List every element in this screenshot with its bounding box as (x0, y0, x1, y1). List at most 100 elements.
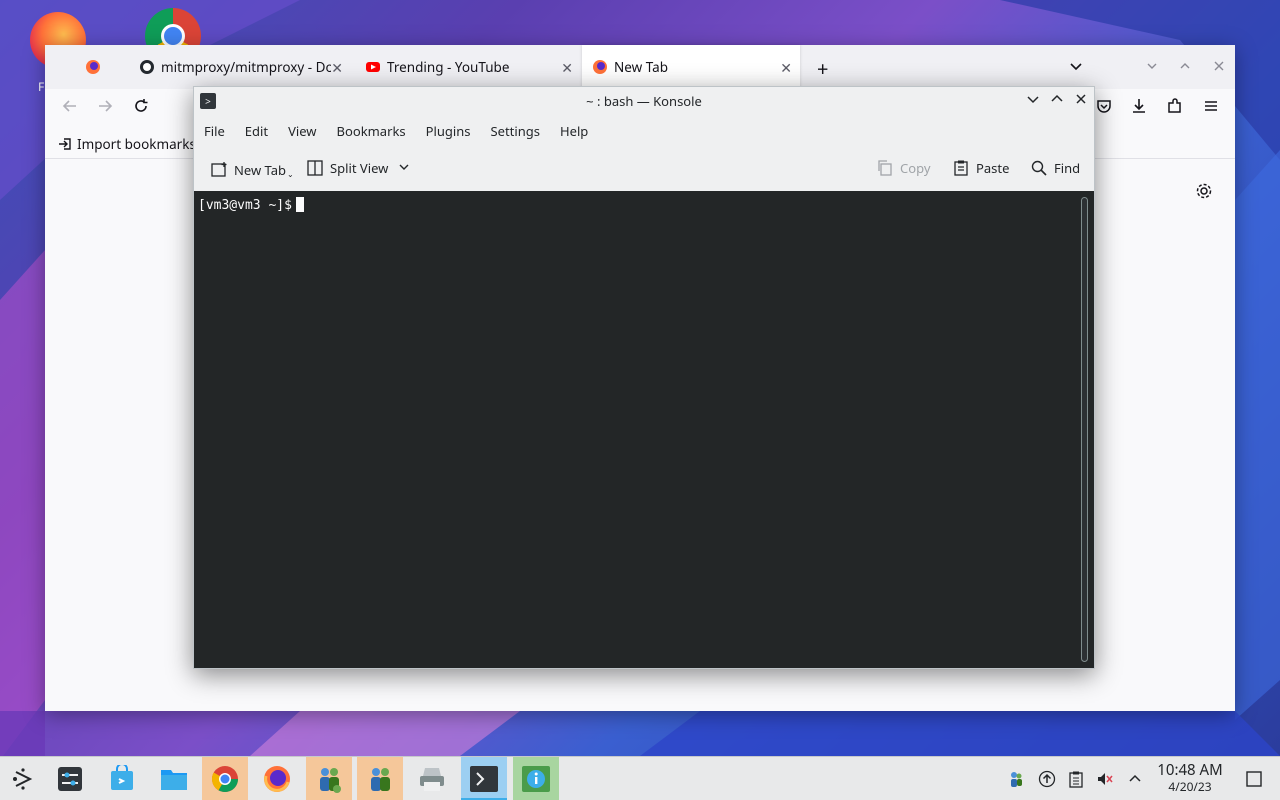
pocket-button[interactable] (1095, 97, 1113, 121)
taskbar-network-user-1[interactable] (306, 757, 352, 800)
copy-icon (876, 159, 894, 177)
reload-button[interactable] (132, 97, 150, 121)
app-launcher-button[interactable] (0, 757, 46, 800)
close-tab-icon[interactable]: ✕ (780, 59, 792, 78)
github-icon (140, 60, 154, 74)
chevron-up-icon (1051, 94, 1063, 102)
chrome-icon (211, 766, 239, 793)
menu-settings[interactable]: Settings (481, 122, 550, 140)
search-icon (1030, 159, 1048, 177)
tab-new-tab[interactable]: New Tab ✕ (582, 45, 800, 89)
terminal-area[interactable]: [vm3@vm3 ~]$ (194, 191, 1094, 668)
tab-label: New Tab (614, 58, 669, 76)
tab-list-button[interactable] (1067, 57, 1085, 75)
copy-label: Copy (900, 159, 931, 177)
chevron-down-icon (1147, 63, 1157, 69)
show-desktop-button[interactable] (1244, 769, 1264, 789)
tray-volume[interactable] (1095, 769, 1115, 789)
copy-button[interactable]: Copy (876, 159, 930, 177)
menu-file[interactable]: File (194, 122, 235, 140)
taskbar-chrome[interactable] (202, 757, 248, 800)
taskbar-konsole[interactable] (461, 757, 507, 800)
konsole-minimize-button[interactable] (1026, 92, 1040, 111)
tray-network-users[interactable] (1006, 769, 1026, 789)
tray-updates[interactable] (1037, 769, 1057, 789)
new-tab-button[interactable]: + (817, 55, 828, 82)
arrow-left-icon (62, 100, 76, 112)
extensions-button[interactable] (1166, 97, 1184, 121)
menu-plugins[interactable]: Plugins (416, 122, 481, 140)
taskbar-dolphin[interactable] (151, 757, 197, 800)
tab-mitmproxy[interactable]: mitmproxy/mitmproxy - Do ✕ (129, 45, 351, 89)
chevron-up-icon (1129, 774, 1141, 782)
menu-bookmarks[interactable]: Bookmarks (327, 122, 416, 140)
forward-button[interactable] (96, 97, 114, 121)
close-tab-icon[interactable]: ✕ (561, 59, 573, 78)
new-tab-button[interactable]: New Tab ⌄ (210, 159, 294, 180)
konsole-menubar: File Edit View Bookmarks Plugins Setting… (194, 117, 598, 145)
taskbar-printer[interactable] (409, 757, 455, 800)
taskbar-discover[interactable] (99, 757, 145, 800)
back-button[interactable] (61, 97, 79, 121)
volume-muted-icon (1098, 773, 1113, 785)
close-tab-icon[interactable]: ✕ (331, 59, 343, 78)
taskbar-info-center[interactable] (513, 757, 559, 800)
taskbar-network-user-2[interactable] (357, 757, 403, 800)
chevron-down-icon[interactable] (398, 159, 410, 177)
konsole-window: > ~ : bash — Konsole File Edit View Book… (193, 86, 1095, 669)
firefox-icon (593, 60, 607, 74)
tab-pinned-firefox[interactable] (75, 45, 127, 89)
konsole-titlebar[interactable]: > ~ : bash — Konsole (194, 87, 1094, 115)
paste-button[interactable]: Paste (952, 159, 1009, 177)
close-icon (1076, 94, 1086, 104)
paste-icon (952, 159, 970, 177)
close-icon (1214, 61, 1224, 71)
window-close-button[interactable] (1212, 59, 1226, 77)
tray-expand[interactable] (1125, 769, 1145, 789)
terminal-scrollbar[interactable] (1081, 197, 1088, 662)
paste-label: Paste (976, 159, 1010, 177)
youtube-icon (366, 62, 380, 72)
text-cursor (295, 197, 304, 212)
printer-icon (420, 768, 444, 791)
downloads-button[interactable] (1130, 97, 1148, 121)
menu-help[interactable]: Help (550, 122, 598, 140)
konsole-icon (470, 766, 498, 792)
dropdown-indicator-icon: ⌄ (287, 169, 294, 180)
firefox-tabbar: mitmproxy/mitmproxy - Do ✕ Trending - Yo… (45, 45, 1235, 89)
chevron-up-icon (1180, 63, 1190, 69)
reload-icon (135, 99, 148, 112)
network-users-icon (371, 768, 390, 791)
menu-view[interactable]: View (278, 122, 326, 140)
firefox-desktop-label: F (38, 78, 45, 95)
konsole-close-button[interactable] (1074, 92, 1088, 111)
tab-youtube[interactable]: Trending - YouTube ✕ (355, 45, 581, 89)
import-bookmarks-button[interactable]: Import bookmarks... (57, 135, 207, 153)
app-menu-button[interactable] (1202, 97, 1220, 121)
clock-time: 10:48 AM (1157, 760, 1223, 780)
window-minimize-button[interactable] (1145, 59, 1159, 77)
tab-label: Trending - YouTube (387, 58, 510, 76)
digital-clock[interactable]: 10:48 AM 4/20/23 (1150, 760, 1230, 795)
split-view-button[interactable]: Split View (306, 159, 410, 177)
firefox-icon (264, 766, 290, 792)
firefox-icon (86, 60, 100, 74)
import-icon (59, 138, 71, 150)
taskbar-system-settings[interactable] (47, 757, 93, 800)
shell-prompt: [vm3@vm3 ~]$ (198, 198, 292, 213)
menu-edit[interactable]: Edit (235, 122, 278, 140)
newtab-settings-button[interactable] (1195, 182, 1213, 204)
tab-label: mitmproxy/mitmproxy - Do (161, 58, 331, 76)
chevron-down-icon (1070, 63, 1082, 71)
terminal-line: [vm3@vm3 ~]$ (198, 197, 304, 213)
window-maximize-button[interactable] (1178, 59, 1192, 77)
taskbar-firefox[interactable] (254, 757, 300, 800)
gear-icon (1196, 183, 1212, 199)
new-tab-label: New Tab (234, 160, 287, 179)
find-button[interactable]: Find (1030, 159, 1080, 177)
new-tab-icon (210, 161, 228, 179)
konsole-maximize-button[interactable] (1050, 92, 1064, 111)
settings-icon (58, 767, 82, 791)
tray-clipboard[interactable] (1066, 769, 1086, 789)
taskbar: 10:48 AM 4/20/23 (0, 756, 1280, 800)
